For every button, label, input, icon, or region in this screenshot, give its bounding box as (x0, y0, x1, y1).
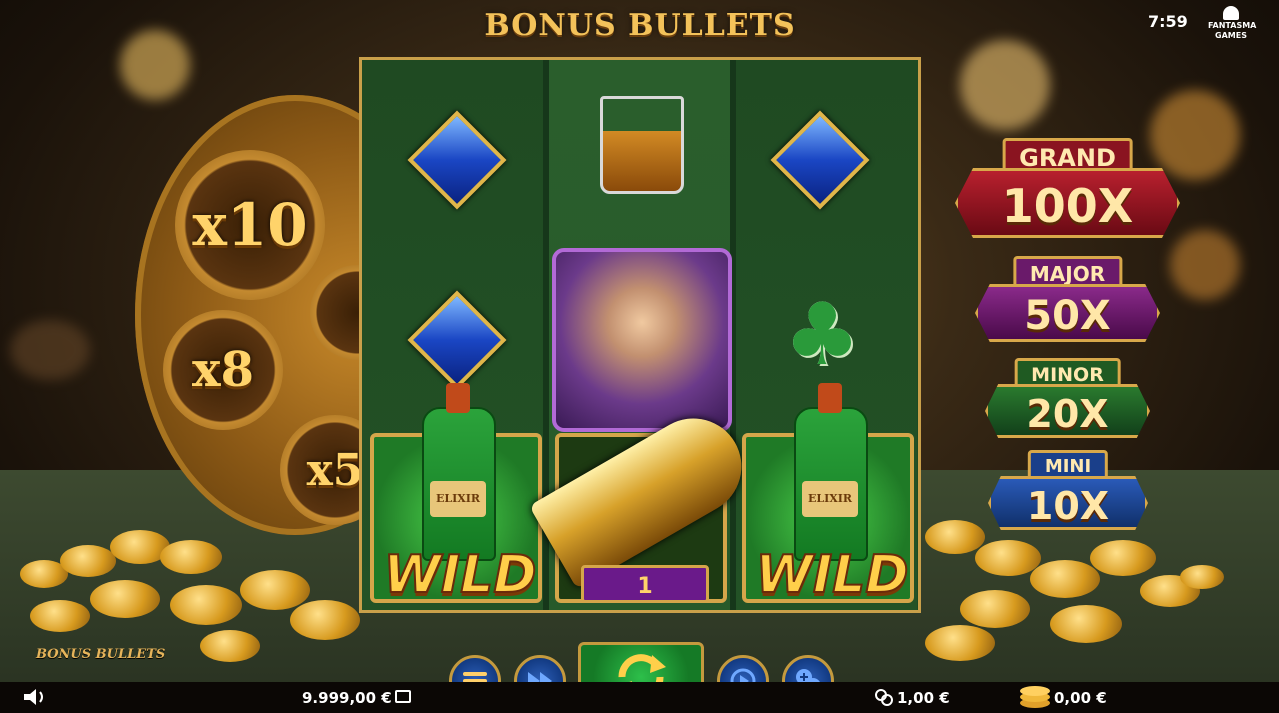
background-light (120, 30, 190, 100)
bullet-count: 1 (581, 565, 709, 603)
multiplier-x8: x8 (163, 310, 283, 430)
provider-logo: FANTASMA GAMES (1208, 6, 1256, 40)
symbol-wild-right: ELIXIR WILD (742, 383, 914, 606)
bet-value: 1,00 € (897, 689, 950, 707)
wild-label: WILD (382, 544, 537, 606)
sound-button[interactable] (22, 686, 50, 708)
ghost-icon (1223, 6, 1239, 20)
background-light (1170, 230, 1240, 300)
jackpot-grand: GRAND 100X (955, 138, 1180, 242)
jackpot-minor: MINOR 20X (985, 358, 1150, 442)
stack-coins-icon (1020, 684, 1050, 710)
balance-value: 9.999,00 € (302, 689, 392, 707)
symbol-bonus-bullet: 1 (529, 400, 759, 603)
symbol-whiskey-glass (597, 90, 687, 200)
multiplier-x10: x10 (175, 150, 325, 300)
wild-label: WILD (754, 544, 909, 606)
elixir-bottle: ELIXIR (794, 383, 868, 561)
symbol-green-club: ♣ (783, 285, 861, 385)
speaker-icon (24, 689, 43, 705)
elixir-bottle: ELIXIR (422, 383, 496, 561)
wallet-icon (395, 690, 411, 703)
game-title: BONUS BULLETS (484, 8, 796, 43)
footer-game-name: BONUS BULLETS (36, 647, 166, 662)
symbol-lady-portrait (552, 248, 732, 432)
symbol-blue-diamond (407, 110, 507, 210)
background-light (960, 40, 1050, 130)
background-light (10, 320, 90, 380)
symbol-blue-diamond (407, 290, 507, 390)
jackpot-mini: MINI 10X (988, 450, 1148, 532)
jackpot-major: MAJOR 50X (975, 256, 1160, 344)
symbol-blue-diamond (770, 110, 870, 210)
clock: 7:59 (1148, 12, 1188, 31)
reel-frame: ♣ ELIXIR WILD 1 ELIXIR WILD (359, 57, 921, 613)
coins-icon (875, 689, 893, 706)
win-value: 0,00 € (1054, 689, 1107, 707)
symbol-wild-left: ELIXIR WILD (370, 383, 542, 606)
